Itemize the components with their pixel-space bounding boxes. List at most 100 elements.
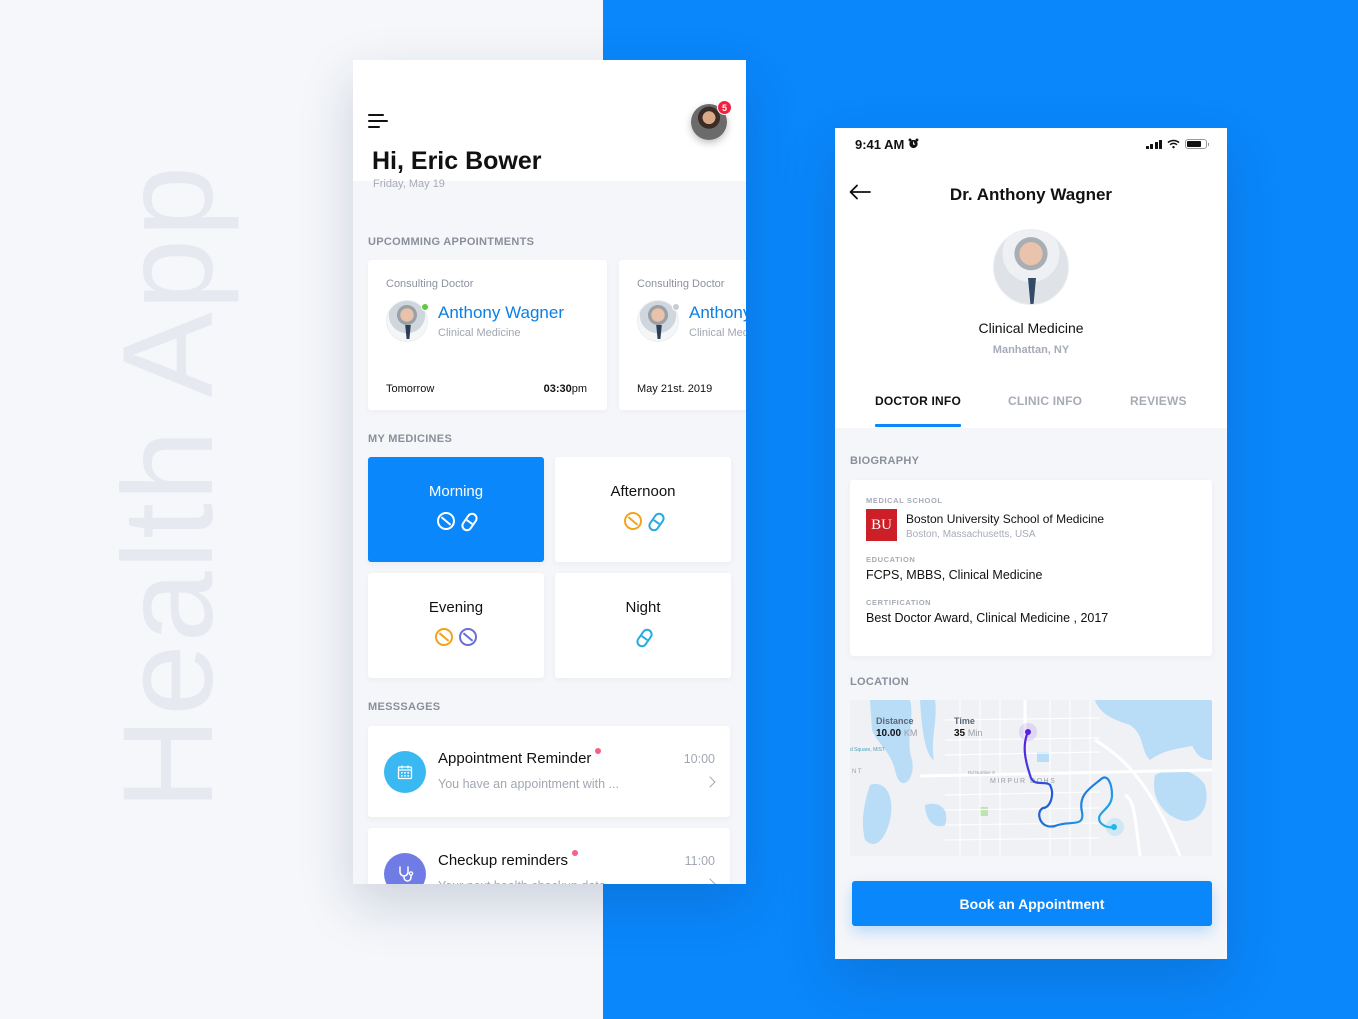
stethoscope-icon (384, 853, 426, 884)
doctor-specialty: Clinical Medicine (689, 327, 746, 339)
medical-school-label: MEDICAL SCHOOL (866, 496, 943, 505)
message-title: Appointment Reminder (438, 748, 602, 767)
current-date: Friday, May 19 (373, 178, 445, 190)
distance-value: 10.00 (876, 728, 902, 739)
doctor-title: Dr. Anthony Wagner (949, 185, 1113, 204)
biography-section-label: BIOGRAPHY (850, 455, 920, 467)
doctor-avatar (637, 300, 680, 342)
chevron-right-icon[interactable] (704, 776, 716, 788)
message-preview: Your next health checkup date ... (438, 879, 620, 884)
capsule-icon (634, 626, 655, 650)
medicine-slot-label: Evening (428, 599, 484, 616)
message-time: 11:00 (684, 854, 715, 868)
tablet-icon (459, 628, 477, 646)
time-label: Time (954, 716, 975, 726)
certification-label: CERTIFICATION (866, 598, 932, 607)
school-address: Boston, Massachusetts, USA (906, 529, 1036, 540)
doctor-detail-screen: 9:41 AM Dr. Anthony Wagner Clinical Medi… (835, 128, 1227, 959)
user-avatar[interactable]: 5 (691, 100, 732, 140)
notification-badge: 5 (717, 100, 732, 115)
calendar-icon (384, 751, 426, 793)
online-status-dot (421, 303, 429, 311)
doctor-specialty: Clinical Medicine (438, 327, 521, 339)
status-time: 9:41 AM (855, 136, 905, 152)
tablet-icon (435, 628, 453, 646)
appointment-card[interactable]: Consulting Doctor Anthony Wagner Clinica… (619, 260, 746, 410)
tab-reviews[interactable]: REVIEWS (1130, 394, 1187, 408)
route-end-marker (1111, 824, 1117, 830)
biography-card: MEDICAL SCHOOL BU Boston University Scho… (850, 480, 1212, 656)
certification-value: Best Doctor Award, Clinical Medicine , 2… (866, 611, 1109, 625)
appointment-role: Consulting Doctor (637, 278, 725, 290)
capsule-icon (646, 510, 667, 534)
messages-section-label: MESSSAGES (368, 701, 441, 713)
time-value: 35 (954, 728, 966, 739)
message-item[interactable]: Appointment Reminder You have an appoint… (368, 726, 730, 817)
chevron-right-icon[interactable] (704, 878, 716, 884)
time-stat: Time 35 Min (954, 716, 982, 739)
route-start-marker (1025, 729, 1031, 735)
appointments-carousel[interactable]: Consulting Doctor Anthony Wagner Clinica… (368, 260, 746, 410)
university-logo: BU (866, 509, 897, 541)
greeting-title: Hi, Eric Bower (372, 147, 542, 175)
medicine-slot-afternoon[interactable]: Afternoon (555, 457, 731, 562)
tablet-icon (437, 512, 455, 530)
battery-icon (1185, 139, 1209, 149)
status-bar: 9:41 AM (835, 128, 1227, 160)
doctor-photo (993, 229, 1069, 305)
capsule-icon (459, 510, 480, 534)
map-road-label: Rd Number 9 (968, 770, 995, 775)
message-title: Checkup reminders (438, 850, 579, 869)
tablet-icon (624, 512, 642, 530)
appointment-time: 03:30pm (543, 383, 587, 395)
message-preview: You have an appointment with ... (438, 777, 619, 791)
message-item[interactable]: Checkup reminders Your next health check… (368, 828, 730, 884)
school-name: Boston University School of Medicine (906, 512, 1105, 526)
education-value: FCPS, MBBS, Clinical Medicine (866, 568, 1043, 582)
location-section-label: LOCATION (850, 676, 910, 688)
doctor-name-link[interactable]: Anthony Wagner (689, 303, 746, 323)
appointment-card[interactable]: Consulting Doctor Anthony Wagner Clinica… (368, 260, 607, 410)
medicine-slot-label: Afternoon (610, 483, 676, 500)
appointment-day: May 21st. 2019 (637, 383, 713, 395)
time-unit: Min (967, 728, 983, 738)
medicine-slot-evening[interactable]: Evening (368, 573, 544, 678)
signal-icon (1145, 139, 1162, 149)
hamburger-menu-icon[interactable] (368, 114, 388, 128)
medicine-slot-night[interactable]: Night (555, 573, 731, 678)
medicine-slot-label: Night (625, 599, 661, 616)
tab-clinic-info[interactable]: CLINIC INFO (1008, 394, 1082, 408)
medicines-grid: Morning Afternoon Evening Night (368, 457, 731, 678)
book-appointment-button[interactable]: Book an Appointment (852, 881, 1212, 926)
distance-label: Distance (876, 716, 914, 726)
map-place-label: d Square, MIST (850, 747, 885, 753)
message-time: 10:00 (683, 752, 715, 766)
appointments-section-label: UPCOMMING APPOINTMENTS (368, 236, 535, 248)
doctor-specialty: Clinical Medicine (978, 320, 1084, 336)
distance-unit: KM (903, 728, 918, 738)
offline-status-dot (672, 303, 680, 311)
home-header: 9:41 AM 5 Hi, Eric Bower Friday, May 19 (353, 60, 746, 190)
wifi-icon (1167, 137, 1180, 152)
appointment-role: Consulting Doctor (386, 278, 474, 290)
distance-stat: Distance 10.00 KM (876, 716, 917, 739)
alarm-clock-icon (908, 137, 919, 152)
location-map[interactable]: MIRPUR DOHS Rd Number 9 d Square, MIST N… (850, 700, 1212, 856)
tab-doctor-info[interactable]: DOCTOR INFO (875, 394, 961, 427)
doctor-tabs: DOCTOR INFO CLINIC INFO REVIEWS (835, 394, 1227, 428)
health-app-watermark: Health App (97, 163, 240, 810)
medicine-slot-label: Morning (428, 483, 484, 500)
medicine-slot-morning[interactable]: Morning (368, 457, 544, 562)
education-label: EDUCATION (866, 555, 916, 564)
unread-dot (595, 748, 602, 754)
doctor-location: Manhattan, NY (992, 344, 1070, 356)
medicines-section-label: MY MEDICINES (368, 433, 453, 445)
messages-list: Appointment Reminder You have an appoint… (368, 726, 730, 884)
unread-dot (572, 850, 579, 856)
appointment-day: Tomorrow (386, 383, 435, 395)
doctor-header: 9:41 AM Dr. Anthony Wagner Clinical Medi… (835, 128, 1227, 428)
doctor-name-link[interactable]: Anthony Wagner (438, 303, 564, 323)
map-place-label: N T (852, 769, 862, 775)
doctor-avatar (386, 300, 429, 342)
home-screen: 9:41 AM 5 Hi, Eric Bower Friday, May 19 … (353, 60, 746, 884)
